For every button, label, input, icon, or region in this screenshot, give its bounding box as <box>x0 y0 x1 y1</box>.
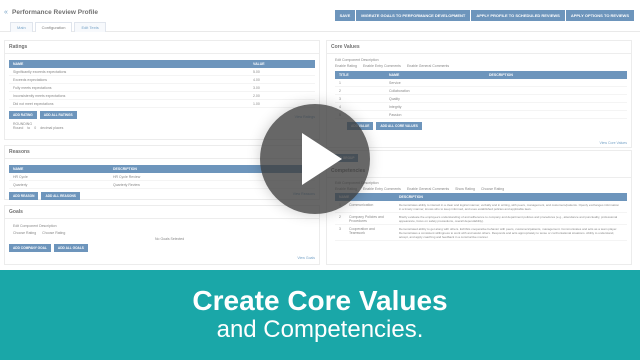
play-button[interactable] <box>260 104 370 214</box>
play-icon <box>302 133 342 185</box>
banner-title-line1: Create Core Values <box>192 285 448 316</box>
banner-title-line2: and Competencies. <box>216 316 424 343</box>
title-banner: Create Core Values and Competencies. <box>0 270 640 360</box>
